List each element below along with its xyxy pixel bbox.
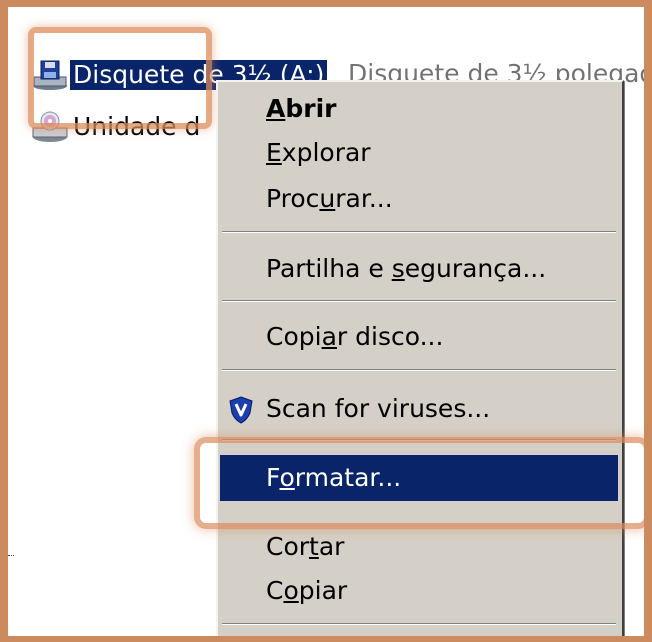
- menu-item-explorar[interactable]: Explorar: [220, 134, 618, 172]
- explorer-window: Disquete de 3½ polegadas Disquete de 3½ …: [8, 7, 644, 636]
- menu-item-partilha-seguranca[interactable]: Partilha e segurança...: [220, 250, 618, 288]
- menu-separator: [222, 623, 616, 625]
- menu-item-abrir[interactable]: Abrir: [220, 90, 618, 128]
- menu-item-procurar[interactable]: Procurar...: [220, 180, 618, 218]
- menu-item-cortar[interactable]: Cortar: [220, 528, 618, 566]
- menu-item-copiar[interactable]: Copiar: [220, 572, 618, 610]
- tree-dotted-line: [8, 555, 14, 558]
- formatar-highlight-annotation: [194, 437, 644, 529]
- context-menu: Abrir Explorar Procurar... Partilha e se…: [216, 80, 624, 636]
- menu-separator: [222, 231, 616, 233]
- menu-separator: [222, 300, 616, 302]
- menu-separator: [222, 369, 616, 371]
- menu-item-copiar-disco[interactable]: Copiar disco...: [220, 318, 618, 356]
- menu-item-scan-viruses[interactable]: Scan for viruses...: [220, 390, 618, 428]
- shield-v-icon: [228, 396, 254, 424]
- floppy-highlight-annotation: [28, 27, 212, 129]
